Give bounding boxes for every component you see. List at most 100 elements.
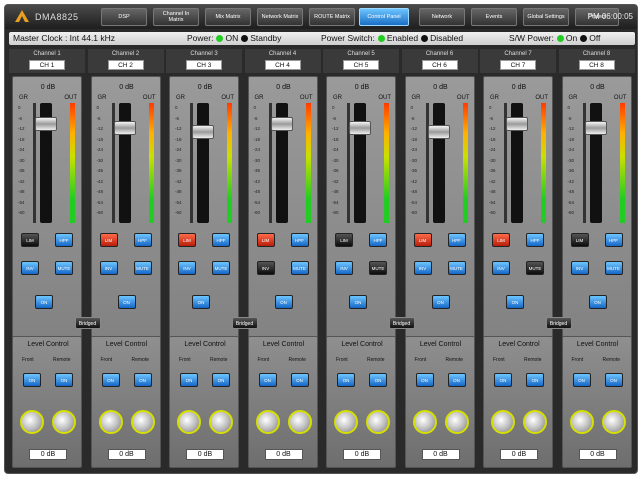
remote-level-knob[interactable] (444, 410, 469, 434)
fader-handle[interactable] (192, 125, 214, 139)
level-db-field[interactable]: 0 dB (500, 449, 538, 460)
remote-on-button[interactable]: ON (290, 373, 309, 387)
fader-handle[interactable] (427, 125, 450, 139)
front-level-knob[interactable] (334, 410, 358, 434)
lim-button[interactable]: LIM (335, 233, 353, 247)
bridged-badge[interactable]: Bridged (74, 317, 101, 329)
nav-tab-global-settings[interactable]: Global Settings (523, 8, 569, 26)
inv-button[interactable]: INV (256, 261, 275, 275)
lim-button[interactable]: LIM (492, 233, 510, 247)
level-db-field[interactable]: 0 dB (421, 449, 460, 460)
inv-button[interactable]: INV (492, 261, 510, 275)
bridged-badge[interactable]: Bridged (231, 317, 258, 329)
nav-tab-dsp[interactable]: DSP (101, 8, 147, 26)
remote-on-button[interactable]: ON (133, 373, 152, 387)
hpf-button[interactable]: HPF (369, 233, 387, 247)
mute-button[interactable]: MUTE (369, 261, 387, 275)
channel-name-field[interactable]: CH 5 (343, 60, 379, 70)
inv-button[interactable]: INV (178, 261, 196, 275)
inv-button[interactable]: INV (99, 261, 118, 275)
remote-level-knob[interactable] (52, 410, 76, 434)
channel-name-field[interactable]: CH 7 (500, 60, 536, 70)
remote-on-button[interactable]: ON (55, 373, 73, 387)
on-button[interactable]: ON (588, 295, 607, 309)
remote-on-button[interactable]: ON (212, 373, 230, 387)
nav-tab-mix-matrix[interactable]: Mix Matrix (205, 8, 251, 26)
on-button[interactable]: ON (349, 295, 367, 309)
lim-button[interactable]: LIM (256, 233, 275, 247)
bridged-badge[interactable]: Bridged (545, 317, 572, 329)
channel-name-field[interactable]: CH 1 (29, 60, 65, 70)
fader-handle[interactable] (506, 117, 528, 131)
front-on-button[interactable]: ON (258, 373, 277, 387)
remote-level-knob[interactable] (287, 410, 312, 434)
front-level-knob[interactable] (98, 410, 123, 434)
level-db-field[interactable]: 0 dB (186, 449, 224, 460)
hpf-button[interactable]: HPF (526, 233, 544, 247)
remote-level-knob[interactable] (601, 410, 626, 434)
level-db-field[interactable]: 0 dB (343, 449, 381, 460)
front-on-button[interactable]: ON (101, 373, 120, 387)
hpf-button[interactable]: HPF (447, 233, 466, 247)
remote-level-knob[interactable] (130, 410, 155, 434)
sw-power-on-indicator[interactable] (556, 35, 564, 42)
channel-name-field[interactable]: CH 8 (578, 60, 615, 70)
nav-tab-channel-in-matrix[interactable]: Channel In Matrix (153, 8, 199, 26)
front-level-knob[interactable] (491, 410, 515, 434)
hpf-button[interactable]: HPF (133, 233, 152, 247)
remote-on-button[interactable]: ON (369, 373, 387, 387)
mute-button[interactable]: MUTE (604, 261, 623, 275)
front-on-button[interactable]: ON (337, 373, 355, 387)
mute-button[interactable]: MUTE (290, 261, 309, 275)
mute-button[interactable]: MUTE (526, 261, 544, 275)
hpf-button[interactable]: HPF (212, 233, 230, 247)
front-level-knob[interactable] (569, 410, 594, 434)
power-standby-indicator[interactable] (241, 35, 249, 42)
fader-handle[interactable] (584, 121, 607, 135)
mute-button[interactable]: MUTE (212, 261, 230, 275)
front-on-button[interactable]: ON (180, 373, 198, 387)
switch-enabled-indicator[interactable] (377, 35, 385, 42)
mute-button[interactable]: MUTE (447, 261, 466, 275)
front-level-knob[interactable] (412, 410, 437, 434)
channel-name-field[interactable]: CH 3 (186, 60, 222, 70)
mute-button[interactable]: MUTE (133, 261, 152, 275)
nav-tab-network-matrix[interactable]: Network Matrix (257, 8, 303, 26)
remote-level-knob[interactable] (366, 410, 390, 434)
level-db-field[interactable]: 0 dB (29, 449, 67, 460)
remote-on-button[interactable]: ON (447, 373, 466, 387)
channel-name-field[interactable]: CH 4 (264, 60, 301, 70)
level-db-field[interactable]: 0 dB (264, 449, 303, 460)
front-level-knob[interactable] (255, 410, 280, 434)
remote-level-knob[interactable] (523, 410, 547, 434)
hpf-button[interactable]: HPF (290, 233, 309, 247)
fader-handle[interactable] (113, 121, 136, 135)
on-button[interactable]: ON (506, 295, 524, 309)
inv-button[interactable]: INV (21, 261, 39, 275)
front-on-button[interactable]: ON (572, 373, 591, 387)
front-on-button[interactable]: ON (415, 373, 434, 387)
switch-disabled-indicator[interactable] (421, 35, 429, 42)
nav-tab-route-matrix[interactable]: ROUTE Matrix (309, 8, 355, 26)
fader-handle[interactable] (270, 117, 293, 131)
level-db-field[interactable]: 0 dB (107, 449, 146, 460)
remote-on-button[interactable]: ON (526, 373, 544, 387)
front-on-button[interactable]: ON (494, 373, 512, 387)
lim-button[interactable]: LIM (570, 233, 589, 247)
front-on-button[interactable]: ON (23, 373, 41, 387)
remote-on-button[interactable]: ON (604, 373, 623, 387)
on-button[interactable]: ON (117, 295, 136, 309)
nav-tab-events[interactable]: Events (471, 8, 517, 26)
on-button[interactable]: ON (274, 295, 293, 309)
level-db-field[interactable]: 0 dB (578, 449, 617, 460)
on-button[interactable]: ON (192, 295, 210, 309)
sw-power-off-indicator[interactable] (580, 35, 588, 42)
fader-handle[interactable] (349, 121, 371, 135)
hpf-button[interactable]: HPF (55, 233, 73, 247)
nav-tab-network[interactable]: Network (419, 8, 465, 26)
on-button[interactable]: ON (431, 295, 450, 309)
lim-button[interactable]: LIM (99, 233, 118, 247)
inv-button[interactable]: INV (413, 261, 432, 275)
nav-tab-control-panel[interactable]: Control Panel (359, 8, 409, 26)
lim-button[interactable]: LIM (178, 233, 196, 247)
